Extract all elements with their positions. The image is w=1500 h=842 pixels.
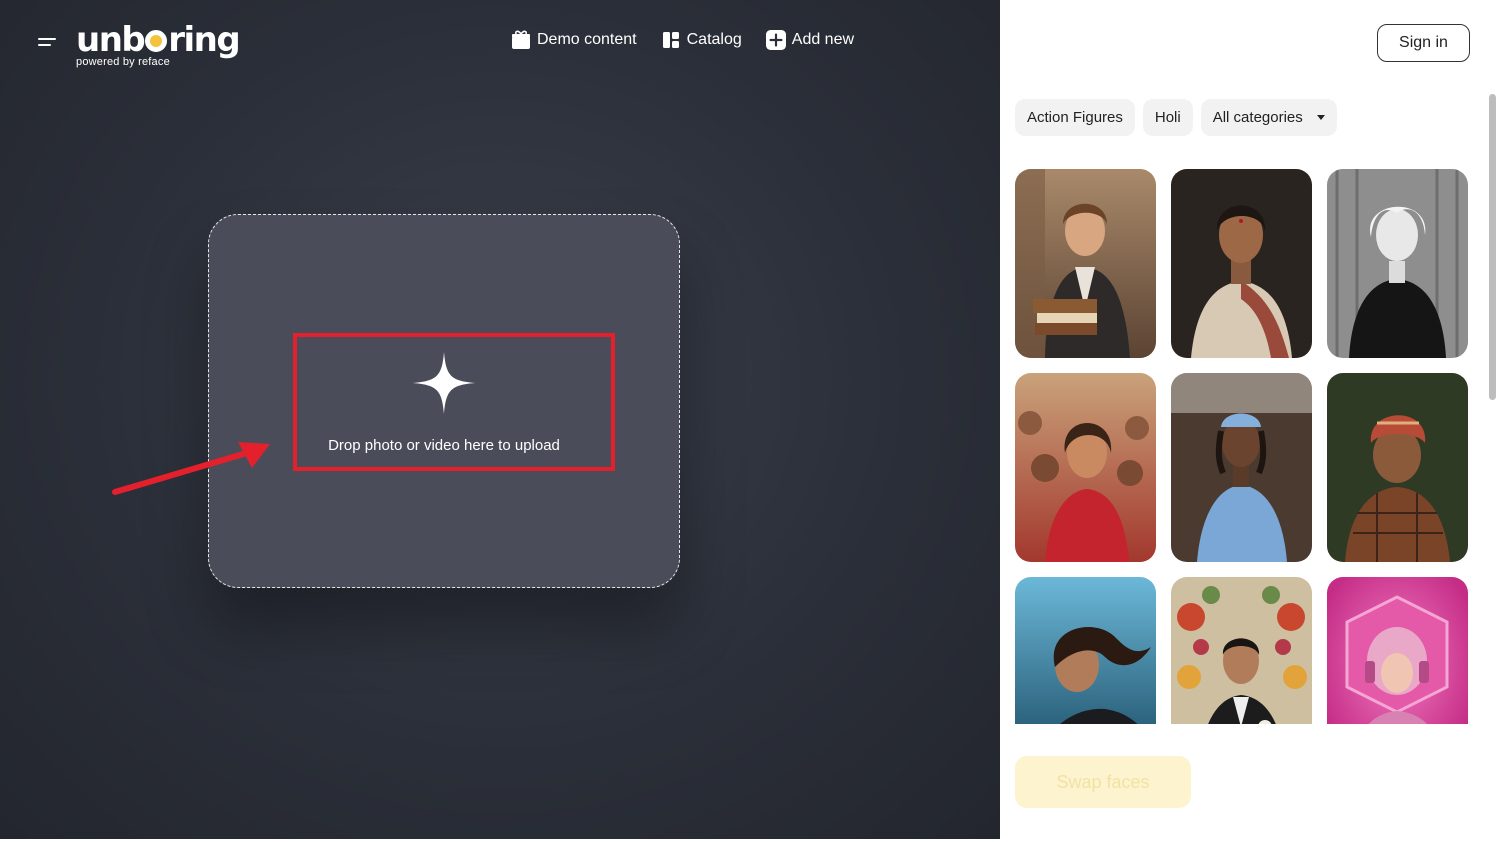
- gallery-item-surfer-woman[interactable]: [1015, 577, 1156, 724]
- gallery-scrollbar-thumb[interactable]: [1489, 94, 1496, 400]
- gallery-item-man-with-flowers[interactable]: [1171, 577, 1312, 724]
- nav-add-new-label: Add new: [791, 31, 855, 48]
- caret-down-icon: [1316, 115, 1325, 120]
- logo-o-dot: [145, 30, 168, 52]
- gallery-item-bw-portrait-woman[interactable]: [1327, 169, 1468, 358]
- catalog-icon: [661, 30, 681, 50]
- top-nav: Demo content Catalog Add new: [511, 30, 854, 50]
- nav-catalog-label: Catalog: [686, 31, 742, 48]
- chip-label: All categories: [1212, 109, 1303, 126]
- gallery-item-man-in-turban[interactable]: [1327, 373, 1468, 562]
- red-arrow-icon: [112, 442, 270, 495]
- logo-wordmark: unb ring: [76, 20, 241, 60]
- hamburger-icon[interactable]: [38, 36, 60, 50]
- sparkle-plus-icon[interactable]: [411, 350, 477, 416]
- chip-label: Action Figures: [1027, 109, 1123, 126]
- chip-action-figures[interactable]: Action Figures: [1015, 99, 1135, 136]
- gallery-item-flight-attendant[interactable]: [1171, 373, 1312, 562]
- chip-all-categories[interactable]: All categories: [1200, 99, 1337, 136]
- gallery-item-pink-astronaut[interactable]: [1327, 577, 1468, 724]
- gallery-item-woman-in-saree[interactable]: [1171, 169, 1312, 358]
- sign-in-button[interactable]: Sign in: [1377, 24, 1470, 62]
- gallery-item-young-man-with-books[interactable]: [1015, 169, 1156, 358]
- chip-label: Holi: [1154, 109, 1181, 126]
- chip-holi[interactable]: Holi: [1142, 99, 1193, 136]
- workspace-panel: unb ring powered by reface Demo content C…: [0, 0, 1000, 839]
- swap-faces-button[interactable]: Swap faces: [1015, 756, 1191, 808]
- nav-demo-content-label: Demo content: [537, 31, 637, 48]
- gallery-item-holi-festival-woman[interactable]: [1015, 373, 1156, 562]
- template-gallery: [1015, 169, 1470, 724]
- upload-instruction: Drop photo or video here to upload: [328, 437, 560, 454]
- nav-add-new[interactable]: Add new: [765, 30, 855, 50]
- plus-square-icon: [765, 30, 786, 50]
- category-filters: Action Figures Holi All categories: [1015, 99, 1337, 136]
- nav-catalog[interactable]: Catalog: [661, 30, 742, 50]
- logo[interactable]: unb ring powered by reface: [76, 20, 241, 68]
- nav-demo-content[interactable]: Demo content: [511, 30, 637, 50]
- gift-icon: [511, 30, 531, 50]
